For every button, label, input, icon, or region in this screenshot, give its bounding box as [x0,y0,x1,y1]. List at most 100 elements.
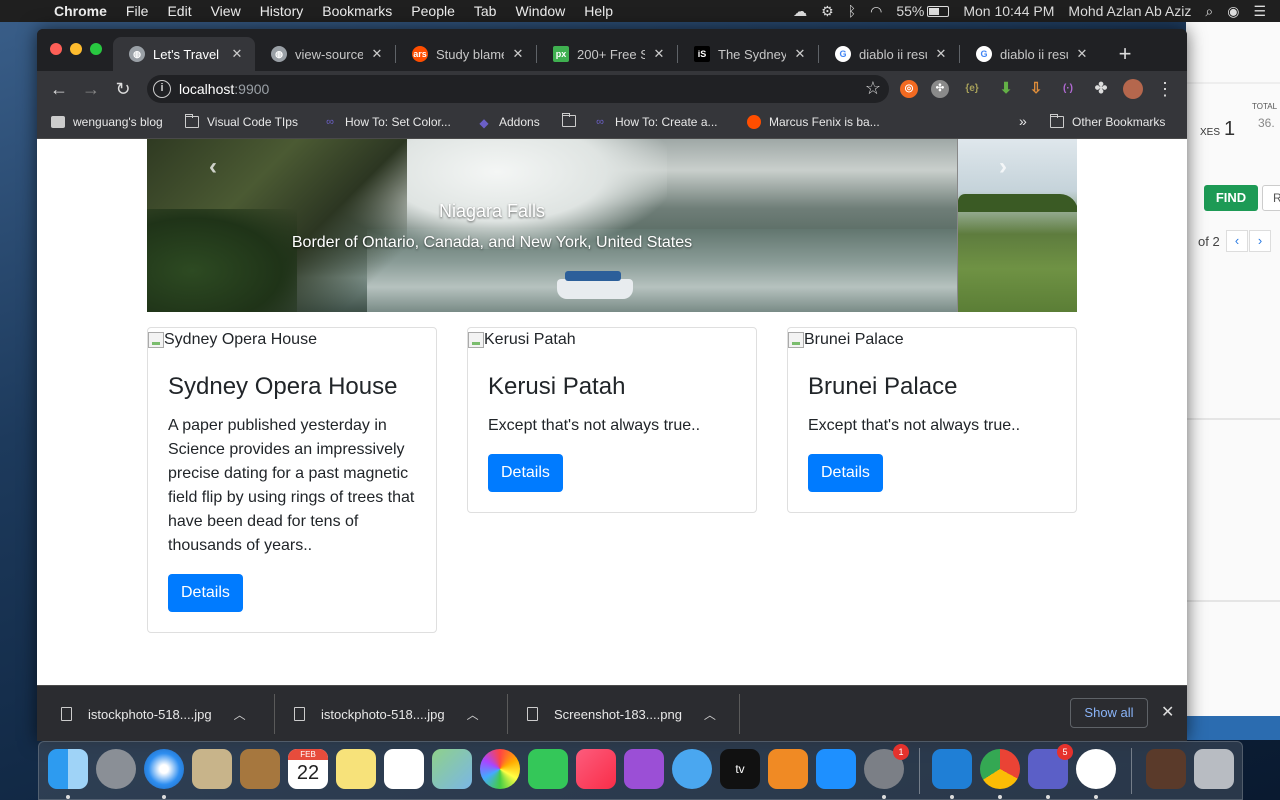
other-bookmarks[interactable]: Other Bookmarks [1050,114,1165,129]
prev-page-button[interactable]: ‹ [1226,230,1248,252]
new-tab-plus-icon[interactable]: + [1113,41,1137,67]
bookmark-marcus-fenix[interactable]: Marcus Fenix is ba... [747,115,880,129]
back-arrow-icon[interactable]: ← [48,78,70,100]
contacts-icon[interactable] [240,749,280,789]
appletv-icon[interactable]: tv [720,749,760,789]
profile-avatar[interactable] [1123,79,1143,99]
bookmark-star-icon[interactable]: ☆ [865,78,881,99]
reminders-icon[interactable] [384,749,424,789]
mongodb-compass-icon[interactable] [1076,749,1116,789]
spotlight-search-icon[interactable]: ⌕ [1205,3,1213,20]
close-icon[interactable]: ✕ [651,46,667,62]
bookmark-create-a[interactable]: ∞ How To: Create a... [593,115,717,129]
steelseries-icon[interactable]: ⚙ [821,3,834,20]
close-icon[interactable]: ✕ [792,46,808,62]
close-downloads-icon[interactable]: ✕ [1161,702,1174,722]
trash-icon[interactable] [1194,749,1234,789]
menu-history[interactable]: History [260,3,304,19]
address-bar[interactable]: i localhost:9900 ☆ [147,75,889,103]
menu-edit[interactable]: Edit [167,3,191,19]
notes-icon[interactable] [336,749,376,789]
bookmark-folder[interactable] [562,113,584,127]
menu-help[interactable]: Help [584,3,613,19]
chevron-up-icon[interactable]: ︿ [704,706,716,723]
download-item[interactable]: Screenshot-183....png ︿ [527,686,716,741]
podcasts-icon[interactable] [624,749,664,789]
tab-diablo-1[interactable]: G diablo ii resur ✕ [819,37,959,71]
extension-download-green-icon[interactable]: ⬇ [997,80,1015,98]
menu-file[interactable]: File [126,3,149,19]
bookmarks-overflow-chevron[interactable]: » [1019,113,1027,129]
system-preferences-icon[interactable]: 1 [864,744,909,789]
books-icon[interactable] [768,749,808,789]
details-button[interactable]: Details [488,454,563,492]
site-info-icon[interactable]: i [153,80,171,98]
wifi-icon[interactable]: ◠ [870,3,882,20]
app-store-icon[interactable] [816,749,856,789]
menu-people[interactable]: People [411,3,455,19]
tab-diablo-2[interactable]: G diablo ii resur ✕ [960,37,1100,71]
url-text[interactable]: localhost:9900 [179,81,269,97]
carousel-next-icon[interactable]: › [999,153,1007,181]
close-window-button[interactable] [50,43,62,55]
next-page-button[interactable]: › [1249,230,1271,252]
bluetooth-icon[interactable]: ᛒ [848,3,856,19]
details-button[interactable]: Details [168,574,243,612]
calendar-icon[interactable]: FEB 22 [288,749,328,789]
close-icon[interactable]: ✕ [510,46,526,62]
user-name[interactable]: Mohd Azlan Ab Aziz [1068,3,1191,19]
carousel-prev-icon[interactable]: ‹ [209,153,217,181]
chrome-icon[interactable] [980,749,1020,789]
maps-icon[interactable] [432,749,472,789]
menu-app-name[interactable]: Chrome [54,3,107,19]
creative-cloud-icon[interactable]: ☁ [793,3,807,20]
tab-lets-travel[interactable]: ◍ Let's Travel ✕ [113,37,255,71]
mail-stamp-icon[interactable] [192,749,232,789]
clock[interactable]: Mon 10:44 PM [963,3,1054,19]
download-item[interactable]: istockphoto-518....jpg ︿ [294,686,479,741]
battery-percent[interactable]: 55% [896,3,924,19]
show-all-downloads-button[interactable]: Show all [1070,698,1148,728]
menu-bookmarks[interactable]: Bookmarks [322,3,392,19]
bookmark-visual-code-tips[interactable]: Visual Code TIps [185,114,298,129]
vscode-icon[interactable] [932,749,972,789]
download-item[interactable]: istockphoto-518....jpg ︿ [61,686,246,741]
close-icon[interactable]: ✕ [369,46,385,62]
tab-view-source[interactable]: ◍ view-source:l ✕ [255,37,395,71]
photos-icon[interactable] [480,749,520,789]
minimize-window-button[interactable] [70,43,82,55]
tab-free-symbols[interactable]: px 200+ Free Sy ✕ [537,37,677,71]
diablo-icon[interactable] [1146,749,1186,789]
menu-tab[interactable]: Tab [474,3,497,19]
safari-icon[interactable] [144,749,184,789]
finder-icon[interactable] [48,749,88,789]
messages-icon[interactable] [672,749,712,789]
extension-download-orange-icon[interactable]: ⇩ [1027,80,1045,98]
extension-dots-icon[interactable]: ✣ [931,80,949,98]
details-button[interactable]: Details [808,454,883,492]
battery-icon[interactable] [927,5,950,17]
reset-button[interactable]: R [1262,185,1280,211]
extension-signal-icon[interactable]: (·) [1059,80,1077,98]
facetime-icon[interactable] [528,749,568,789]
chevron-up-icon[interactable]: ︿ [467,706,479,723]
close-icon[interactable]: ✕ [933,46,949,62]
menu-view[interactable]: View [211,3,241,19]
menu-window[interactable]: Window [515,3,565,19]
chrome-menu-icon[interactable]: ⋮ [1154,78,1176,100]
reload-icon[interactable]: ↻ [112,78,134,100]
extensions-puzzle-icon[interactable]: ✤ [1092,80,1110,98]
notification-center-icon[interactable]: ☰ [1253,3,1266,20]
bookmark-wenguang[interactable]: wenguang's blog [51,115,163,129]
launchpad-icon[interactable] [96,749,136,789]
teams-icon[interactable]: 5 [1028,744,1073,789]
music-icon[interactable] [576,749,616,789]
forward-arrow-icon[interactable]: → [80,78,102,100]
find-button[interactable]: FIND [1204,185,1258,211]
extension-lifebuoy-icon[interactable]: ◎ [900,80,918,98]
tab-sydney[interactable]: iS The Sydney C ✕ [678,37,818,71]
tab-study-blames[interactable]: ars Study blames ✕ [396,37,536,71]
close-icon[interactable]: ✕ [229,46,245,62]
chevron-up-icon[interactable]: ︿ [234,706,246,723]
close-icon[interactable]: ✕ [1074,46,1090,62]
